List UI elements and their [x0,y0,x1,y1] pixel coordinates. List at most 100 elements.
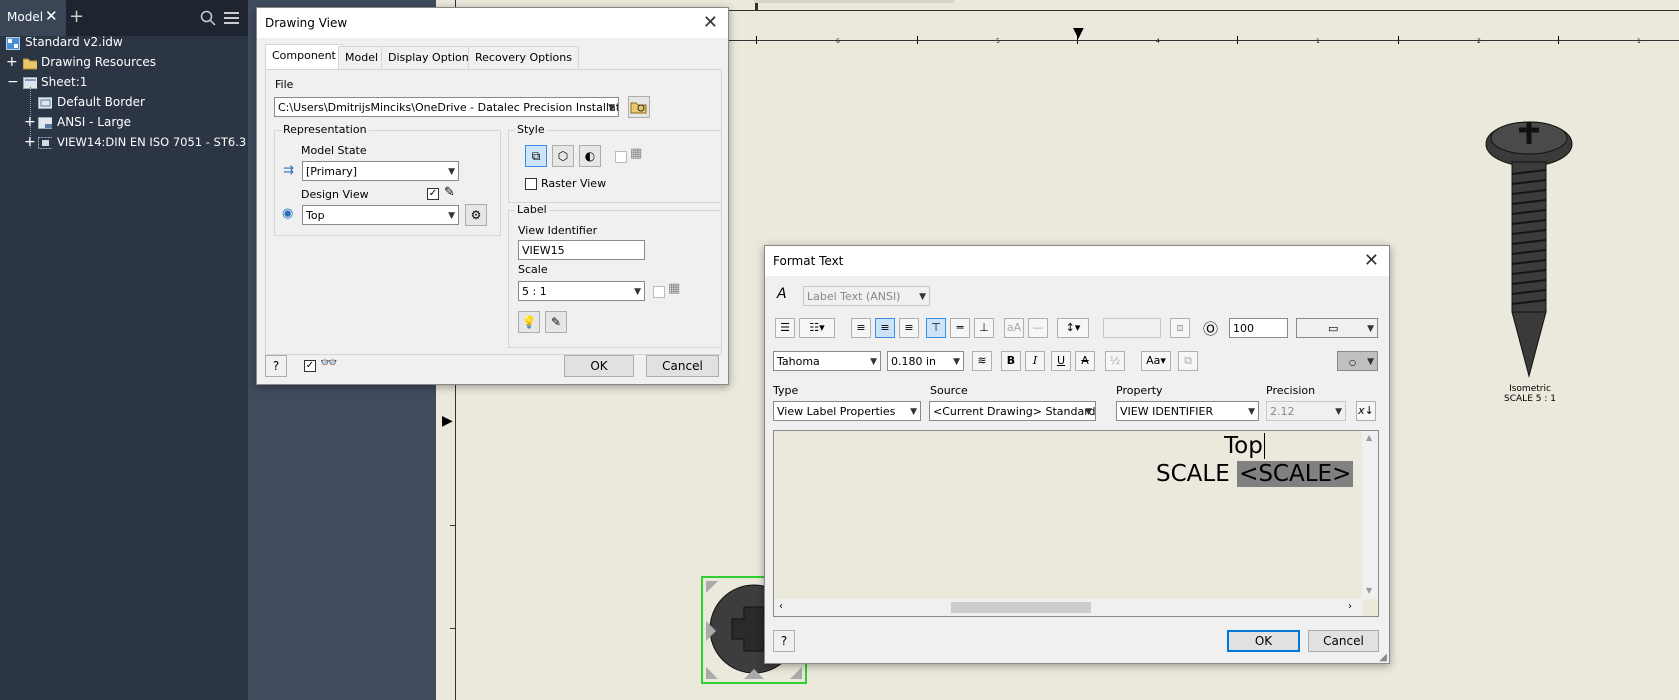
close-icon[interactable]: ✕ [45,7,58,25]
isometric-screw-view[interactable] [1484,118,1574,380]
menu-icon[interactable] [224,11,240,25]
font-combo[interactable]: Tahoma ▼ [773,351,881,371]
bullets-button[interactable]: ☰ [775,318,795,338]
tab-display-options[interactable]: Display Options [381,46,482,69]
spacing-value-field[interactable] [1103,318,1161,338]
toggle-label-visibility-button[interactable]: 💡 [518,311,540,333]
valign-bottom-button[interactable]: ⊥ [974,318,994,338]
model-state-combo[interactable]: [Primary] ▼ [302,161,459,181]
precision-combo[interactable]: 2.12 ▼ [1266,401,1346,421]
scale-combo[interactable]: 5 : 1 ▼ [518,281,645,301]
label-text-line2[interactable]: SCALE <SCALE> [1156,461,1354,487]
search-icon[interactable] [200,10,216,26]
stack-button[interactable]: ⧈ [1170,318,1190,338]
expand-icon[interactable]: + [24,132,36,152]
chevron-down-icon: ▼ [608,103,615,113]
tab-recovery-options[interactable]: Recovery Options [468,46,579,69]
resize-grip-icon[interactable]: ◢ [1379,652,1387,663]
text-color-combo[interactable]: ○ ▼ [1337,351,1378,371]
expand-icon[interactable]: + [24,112,36,132]
hidden-line-removed-button[interactable]: ⬡ [552,145,574,167]
tree-item-view14[interactable]: + VIEW14:DIN EN ISO 7051 - ST6.3 x 38 [24,132,275,152]
scrollbar-thumb[interactable] [951,602,1091,613]
text-edit-area[interactable]: Top SCALE <SCALE> ▲ ▼ ‹ › [773,430,1379,617]
strikethrough-button[interactable]: A [1075,351,1095,371]
stack-fraction-button[interactable]: ½ [1105,351,1125,371]
preview-checkbox[interactable]: ✓ [304,360,316,372]
view-identifier-input[interactable]: VIEW15 [518,240,645,260]
bold-button[interactable]: B [1001,351,1021,371]
scroll-right-icon[interactable]: › [1348,601,1352,612]
tree-item-sheet[interactable]: − Sheet:1 [6,72,87,92]
scale-from-base-checkbox[interactable] [653,286,665,298]
tree-item-default-border[interactable]: Default Border [38,92,145,112]
symbol-combo[interactable]: ▭ ▼ [1296,318,1378,338]
tab-model[interactable]: Model [338,46,386,69]
precision-value: 2.12 [1270,405,1295,418]
case-button[interactable]: aA [1004,318,1024,338]
chevron-down-icon: ▼ [1335,407,1342,417]
source-value: <Current Drawing> Standard v2 [933,405,1096,418]
scroll-up-icon[interactable]: ▲ [1366,433,1372,442]
tree-item-title-block[interactable]: + ANSI - Large [24,112,131,132]
tab-component[interactable]: Component [265,44,343,69]
model-browser: Model ✕ + Standard v2.idw + Drawing Reso… [0,0,275,700]
iso-view-label[interactable]: Isometric SCALE 5 : 1 [1480,384,1580,404]
vertical-scrollbar[interactable]: ▲ ▼ [1362,431,1378,599]
raster-view-checkbox[interactable] [525,178,537,190]
cancel-button[interactable]: Cancel [646,355,719,377]
tab-model[interactable]: Model ✕ [0,0,66,36]
ok-button[interactable]: OK [1227,630,1300,652]
horizontal-scrollbar[interactable]: ‹ › [774,599,1362,616]
property-combo[interactable]: VIEW IDENTIFIER ▼ [1116,401,1259,421]
fraction-icon: ½ [1109,354,1121,367]
close-icon[interactable]: ✕ [703,13,718,33]
collapse-icon[interactable]: − [7,72,19,92]
numbering-button[interactable]: ☷▾ [799,318,835,338]
add-tab-icon[interactable]: + [69,6,84,27]
align-right-button[interactable]: ≡ [899,318,919,338]
align-left-button[interactable]: ≡ [851,318,871,338]
hidden-line-style-button[interactable]: ⧉ [525,145,547,167]
design-view-associative-checkbox[interactable]: ✓ [427,188,439,200]
add-parameter-button[interactable]: x↓ [1356,401,1376,421]
scroll-left-icon[interactable]: ‹ [779,601,783,612]
help-button[interactable]: ? [773,630,795,652]
file-path-value: C:\Users\DmitrijsMinciks\OneDrive - Data… [278,101,619,114]
label-text-line1[interactable]: Top [1224,433,1265,459]
chevron-down-icon: ▼ [910,407,917,417]
edit-view-label-button[interactable]: ✎ [545,311,567,333]
tree-item-document[interactable]: Standard v2.idw [6,32,123,52]
text-style-combo[interactable]: Label Text (ANSI) ▼ [803,286,930,306]
type-combo[interactable]: View Label Properties ▼ [773,401,921,421]
help-button[interactable]: ? [265,355,287,377]
text-style-icon: A [777,286,787,302]
layer-button[interactable]: ≋ [972,351,992,371]
source-combo[interactable]: <Current Drawing> Standard v2 ▼ [929,401,1096,421]
valign-top-button[interactable]: ⊤ [926,318,946,338]
close-icon[interactable]: ✕ [1364,251,1379,271]
design-view-settings-button[interactable]: ⚙ [465,204,487,226]
scroll-down-icon[interactable]: ▼ [1366,586,1372,595]
shaded-style-button[interactable]: ◐ [579,145,601,167]
valign-middle-button[interactable]: ═ [950,318,970,338]
tree-item-drawing-resources[interactable]: + Drawing Resources [6,52,156,72]
style-from-base-checkbox[interactable] [615,151,627,163]
line-spacing-button[interactable]: ↕▾ [1057,318,1089,338]
design-view-combo[interactable]: Top ▼ [302,205,459,225]
cancel-button[interactable]: Cancel [1308,630,1379,652]
italic-button[interactable]: I [1025,351,1045,371]
strike-line-button[interactable]: — [1028,318,1048,338]
scale-property-token[interactable]: <SCALE> [1237,461,1354,487]
browse-file-button[interactable] [628,96,650,118]
expand-icon[interactable]: + [6,52,18,72]
insert-field-button[interactable]: ⧉ [1178,351,1198,371]
text-rotation-icon: Ⓞ [1203,320,1219,338]
underline-button[interactable]: U [1051,351,1071,371]
width-scale-input[interactable]: 100 [1229,318,1288,338]
align-center-button[interactable]: ≡ [875,318,895,338]
file-combo[interactable]: C:\Users\DmitrijsMinciks\OneDrive - Data… [274,97,619,117]
text-case-dropdown[interactable]: Aa▾ [1141,351,1171,371]
font-size-combo[interactable]: 0.180 in ▼ [887,351,964,371]
ok-button[interactable]: OK [564,355,634,377]
